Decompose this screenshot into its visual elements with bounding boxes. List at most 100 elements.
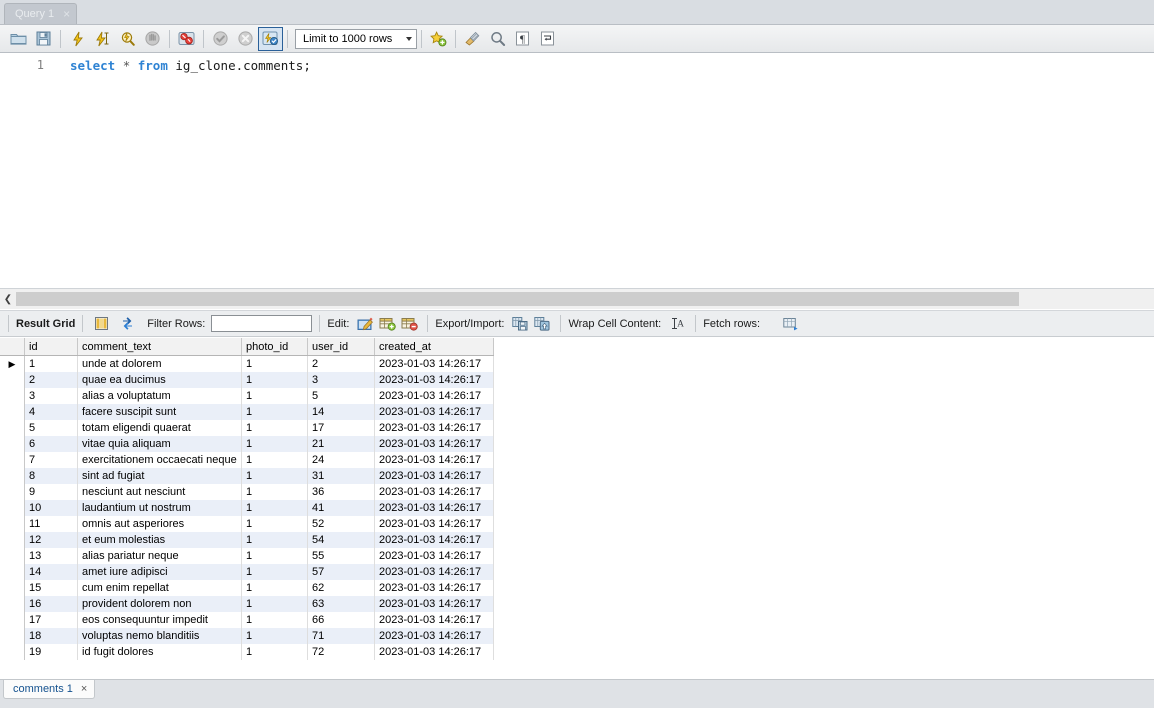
cell-id[interactable]: 2 — [24, 372, 78, 388]
row-marker-cell[interactable] — [0, 420, 25, 436]
cell-id[interactable]: 4 — [24, 404, 78, 420]
delete-row-icon[interactable] — [398, 314, 420, 334]
table-row[interactable]: 12 et eum molestias 1 54 2023-01-03 14:26:17 — [0, 532, 494, 548]
form-editor-icon[interactable] — [90, 314, 112, 334]
cell-created-at[interactable]: 2023-01-03 14:26:17 — [374, 452, 494, 468]
cell-id[interactable]: 17 — [24, 612, 78, 628]
chevron-down-icon[interactable] — [406, 36, 412, 41]
cell-comment-text[interactable]: eos consequuntur impedit — [77, 612, 242, 628]
rollback-transaction-icon[interactable] — [233, 27, 258, 51]
row-marker-cell[interactable] — [0, 580, 25, 596]
cell-comment-text[interactable]: amet iure adipisci — [77, 564, 242, 580]
cell-created-at[interactable]: 2023-01-03 14:26:17 — [374, 564, 494, 580]
cell-created-at[interactable]: 2023-01-03 14:26:17 — [374, 388, 494, 404]
cell-id[interactable]: 19 — [24, 644, 78, 660]
cell-user-id[interactable]: 54 — [307, 532, 375, 548]
cell-user-id[interactable]: 62 — [307, 580, 375, 596]
cell-photo-id[interactable]: 1 — [241, 532, 308, 548]
cell-created-at[interactable]: 2023-01-03 14:26:17 — [374, 580, 494, 596]
current-row-marker[interactable]: ▶ — [0, 355, 25, 372]
table-row[interactable]: 15 cum enim repellat 1 62 2023-01-03 14:26:1… — [0, 580, 494, 596]
cell-id[interactable]: 11 — [24, 516, 78, 532]
export-recordset-icon[interactable] — [509, 314, 531, 334]
cell-created-at[interactable]: 2023-01-03 14:26:17 — [374, 628, 494, 644]
cell-user-id[interactable]: 14 — [307, 404, 375, 420]
table-row[interactable]: 6 vitae quia aliquam 1 21 2023-01-03 14:26:1… — [0, 436, 494, 452]
table-row[interactable]: 19 id fugit dolores 1 72 2023-01-03 14:26:17 — [0, 644, 494, 660]
cell-photo-id[interactable]: 1 — [241, 516, 308, 532]
row-marker-cell[interactable] — [0, 516, 25, 532]
cell-user-id[interactable]: 52 — [307, 516, 375, 532]
cell-created-at[interactable]: 2023-01-03 14:26:17 — [374, 404, 494, 420]
cell-photo-id[interactable]: 1 — [241, 404, 308, 420]
save-sql-script-icon[interactable] — [31, 27, 56, 51]
cell-user-id[interactable]: 36 — [307, 484, 375, 500]
scroll-left-icon[interactable]: ❮ — [0, 290, 16, 308]
open-sql-script-icon[interactable] — [6, 27, 31, 51]
cell-comment-text[interactable]: omnis aut asperiores — [77, 516, 242, 532]
cell-user-id[interactable]: 3 — [307, 372, 375, 388]
cell-user-id[interactable]: 66 — [307, 612, 375, 628]
cell-user-id[interactable]: 55 — [307, 548, 375, 564]
cell-user-id[interactable]: 72 — [307, 644, 375, 660]
table-row[interactable]: 10 laudantium ut nostrum 1 41 2023-01-03 14:… — [0, 500, 494, 516]
cell-user-id[interactable]: 57 — [307, 564, 375, 580]
cell-id[interactable]: 7 — [24, 452, 78, 468]
table-row[interactable]: 11 omnis aut asperiores 1 52 2023-01-03 14:2… — [0, 516, 494, 532]
result-tab-comments-1[interactable]: comments 1 × — [3, 680, 96, 699]
result-grid[interactable]: id comment_text photo_id user_id created… — [0, 338, 1154, 679]
cell-user-id[interactable]: 63 — [307, 596, 375, 612]
cell-created-at[interactable]: 2023-01-03 14:26:17 — [374, 532, 494, 548]
table-row[interactable]: 3 alias a voluptatum 1 5 2023-01-03 14:26:17 — [0, 388, 494, 404]
toggle-stop-on-error-icon[interactable] — [174, 27, 199, 51]
cell-comment-text[interactable]: totam eligendi quaerat — [77, 420, 242, 436]
cell-id[interactable]: 1 — [24, 355, 78, 372]
cell-comment-text[interactable]: nesciunt aut nesciunt — [77, 484, 242, 500]
row-marker-cell[interactable] — [0, 388, 25, 404]
table-row[interactable]: 17 eos consequuntur impedit 1 66 2023-01-03 … — [0, 612, 494, 628]
cell-created-at[interactable]: 2023-01-03 14:26:17 — [374, 436, 494, 452]
cell-photo-id[interactable]: 1 — [241, 548, 308, 564]
row-marker-cell[interactable] — [0, 468, 25, 484]
sql-editor-area[interactable]: 1 select * from ig_clone.comments; — [0, 54, 1154, 286]
cell-created-at[interactable]: 2023-01-03 14:26:17 — [374, 612, 494, 628]
cell-id[interactable]: 6 — [24, 436, 78, 452]
cell-id[interactable]: 5 — [24, 420, 78, 436]
cell-photo-id[interactable]: 1 — [241, 628, 308, 644]
find-icon[interactable] — [485, 27, 510, 51]
sql-code-line[interactable]: select * from ig_clone.comments; — [70, 54, 311, 73]
cell-user-id[interactable]: 2 — [307, 355, 375, 372]
row-marker-cell[interactable] — [0, 628, 25, 644]
cell-id[interactable]: 13 — [24, 548, 78, 564]
row-marker-cell[interactable] — [0, 452, 25, 468]
row-marker-cell[interactable] — [0, 564, 25, 580]
table-row[interactable]: 2 quae ea ducimus 1 3 2023-01-03 14:26:17 — [0, 372, 494, 388]
cell-created-at[interactable]: 2023-01-03 14:26:17 — [374, 355, 494, 372]
row-marker-cell[interactable] — [0, 404, 25, 420]
cell-photo-id[interactable]: 1 — [241, 436, 308, 452]
editor-horizontal-scrollbar[interactable]: ❮ — [0, 288, 1154, 309]
cell-id[interactable]: 12 — [24, 532, 78, 548]
cell-photo-id[interactable]: 1 — [241, 388, 308, 404]
cell-comment-text[interactable]: id fugit dolores — [77, 644, 242, 660]
execute-current-statement-icon[interactable] — [90, 27, 115, 51]
cell-created-at[interactable]: 2023-01-03 14:26:17 — [374, 548, 494, 564]
cell-user-id[interactable]: 17 — [307, 420, 375, 436]
cell-created-at[interactable]: 2023-01-03 14:26:17 — [374, 468, 494, 484]
explain-statement-icon[interactable] — [115, 27, 140, 51]
cell-user-id[interactable]: 31 — [307, 468, 375, 484]
close-icon[interactable]: × — [63, 8, 70, 20]
column-header-comment-text[interactable]: comment_text — [77, 338, 242, 356]
cell-comment-text[interactable]: et eum molestias — [77, 532, 242, 548]
insert-row-icon[interactable] — [376, 314, 398, 334]
row-marker-cell[interactable] — [0, 532, 25, 548]
cell-photo-id[interactable]: 1 — [241, 580, 308, 596]
cell-id[interactable]: 18 — [24, 628, 78, 644]
cell-photo-id[interactable]: 1 — [241, 644, 308, 660]
scrollbar-thumb[interactable] — [16, 292, 1019, 306]
cell-photo-id[interactable]: 1 — [241, 484, 308, 500]
new-snippet-icon[interactable] — [426, 27, 451, 51]
column-header-user-id[interactable]: user_id — [307, 338, 375, 356]
cell-user-id[interactable]: 24 — [307, 452, 375, 468]
table-row[interactable]: 4 facere suscipit sunt 1 14 2023-01-03 14:26… — [0, 404, 494, 420]
